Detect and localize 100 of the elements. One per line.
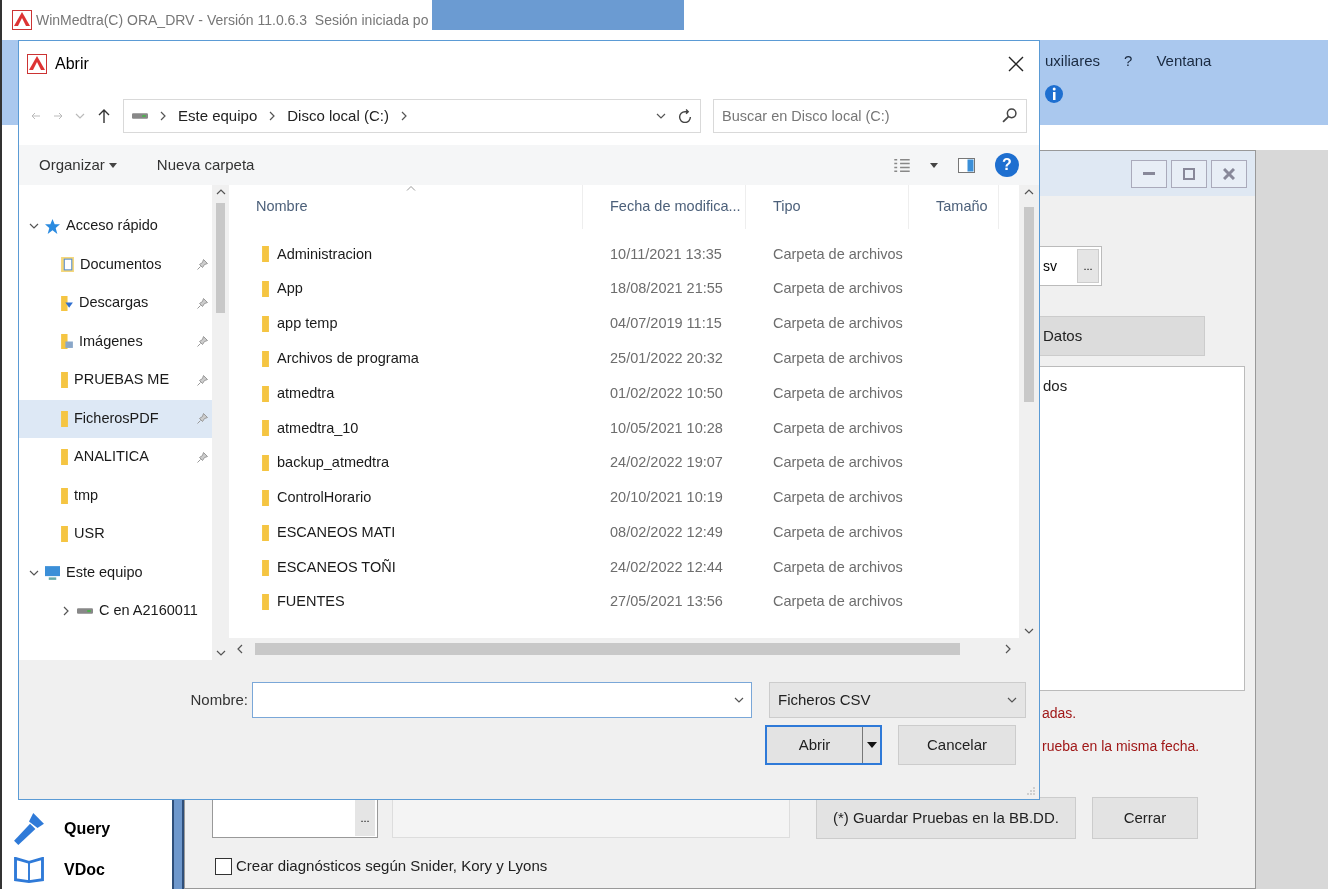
info-icon[interactable]	[1045, 84, 1063, 103]
sidebar-item[interactable]: VDoc	[14, 857, 172, 883]
scroll-right-icon	[1005, 644, 1011, 654]
breadcrumb-item[interactable]: Disco local (C:)	[287, 104, 389, 128]
nav-item[interactable]: Acceso rápido	[19, 207, 212, 246]
app-logo-icon	[27, 54, 47, 74]
file-type: Carpeta de archivos	[772, 244, 904, 264]
nav-item[interactable]: Descargas	[19, 284, 212, 323]
document-folder-icon	[61, 257, 74, 273]
save-button[interactable]: (*) Guardar Pruebas en la BB.DD.	[816, 797, 1076, 839]
breadcrumb-item[interactable]: Este equipo	[178, 104, 258, 128]
column-header[interactable]: Nombre	[229, 185, 583, 229]
modified-date: 04/07/2019 11:15	[609, 314, 723, 334]
menu-item[interactable]: ?	[1124, 50, 1133, 73]
file-type: Carpeta de archivos	[772, 522, 904, 542]
filename-field[interactable]	[252, 682, 752, 718]
pin-icon	[197, 336, 208, 348]
nav-label: PRUEBAS ME	[74, 370, 170, 390]
computer-icon	[45, 565, 60, 580]
nav-label: USR	[74, 524, 105, 544]
nav-label: C en A2160011	[99, 601, 198, 621]
file-row[interactable]: backup_atmedtra 24/02/2022 19:07 Carpeta de archivos	[229, 445, 1019, 481]
nav-item[interactable]: C en A2160011	[19, 592, 212, 631]
scroll-down-icon	[215, 650, 226, 656]
nav-item[interactable]: tmp	[19, 476, 212, 515]
search-field[interactable]: Buscar en Disco local (C:)	[713, 99, 1027, 133]
help-button[interactable]: ?	[995, 153, 1019, 177]
scroll-thumb[interactable]	[1024, 207, 1034, 402]
nav-item[interactable]: USR	[19, 515, 212, 554]
file-name: atmedtra_10	[277, 418, 359, 438]
menu-item[interactable]: Ventana	[1156, 50, 1212, 73]
pin-icon	[197, 451, 208, 463]
folder-icon	[262, 316, 269, 332]
picture-folder-icon	[61, 334, 73, 350]
dropdown-caret-icon	[75, 113, 85, 119]
minimize-button[interactable]	[1131, 159, 1167, 188]
file-name: Administracion	[277, 244, 373, 264]
sort-caret-icon	[405, 186, 416, 191]
code-field[interactable]: ...	[212, 798, 378, 838]
address-bar[interactable]: Este equipo Disco local (C:)	[123, 99, 701, 133]
nav-label: FicherosPDF	[74, 408, 159, 428]
nav-item[interactable]: ANALITICA	[19, 438, 212, 477]
browse-button[interactable]: ...	[1077, 249, 1099, 283]
browse-button[interactable]: ...	[355, 800, 375, 836]
download-folder-icon	[61, 295, 73, 311]
file-name: Archivos de programa	[277, 348, 419, 368]
caret-icon	[108, 162, 117, 168]
folder-icon	[262, 524, 269, 541]
nav-item[interactable]: Este equipo	[19, 553, 212, 592]
column-header[interactable]: Tamaño	[909, 185, 999, 229]
file-row[interactable]: App 18/08/2021 21:55 Carpeta de archivos	[229, 271, 1019, 307]
file-row[interactable]: app temp 04/07/2019 11:15 Carpeta de archivos	[229, 306, 1019, 342]
close-window-button[interactable]: Cerrar	[1091, 797, 1198, 839]
list-header: dos	[1043, 376, 1069, 396]
scrollbar[interactable]	[212, 185, 229, 660]
folder-icon	[262, 281, 269, 298]
file-type: Carpeta de archivos	[772, 418, 904, 438]
nav-item[interactable]: FicherosPDF	[19, 399, 212, 438]
sidebar-item[interactable]: Query	[14, 813, 172, 845]
scroll-thumb[interactable]	[216, 203, 225, 313]
file-row[interactable]: atmedtra_10 10/05/2021 10:28 Carpeta de archivos	[229, 411, 1019, 446]
file-row[interactable]: Archivos de programa 25/01/2022 20:32 Carpeta de archivos	[229, 341, 1019, 377]
nav-item[interactable]: Imágenes	[19, 322, 212, 361]
file-type-select[interactable]: Ficheros CSV	[769, 682, 1026, 718]
menu-item[interactable]: uxiliares	[1045, 50, 1101, 73]
up-arrow-icon[interactable]	[97, 108, 111, 124]
caret-icon[interactable]	[866, 742, 877, 748]
file-row[interactable]: ESCANEOS TOÑI 24/02/2022 12:44 Carpeta de archivos	[229, 550, 1019, 585]
diagnosis-checkbox[interactable]: Crear diagnósticos según Snider, Kory y Lyons	[185, 855, 1255, 878]
breadcrumb-chevron-icon	[400, 111, 407, 121]
caret-icon[interactable]	[930, 162, 938, 168]
expand-chevron-icon	[29, 223, 39, 230]
open-button[interactable]: Abrir	[767, 727, 862, 763]
file-row[interactable]: ControlHorario 20/10/2021 10:19 Carpeta de archivos	[229, 480, 1019, 516]
file-row[interactable]: FUENTES 27/05/2021 13:56 Carpeta de archivos	[229, 584, 1019, 620]
refresh-icon[interactable]	[678, 109, 692, 123]
file-row[interactable]: Administracion 10/11/2021 13:35 Carpeta de archivos	[229, 237, 1019, 272]
file-name: ESCANEOS MATI	[277, 522, 396, 542]
folder-icon	[61, 487, 68, 504]
cancel-button[interactable]: Cancelar	[898, 725, 1016, 765]
toolbar-button[interactable]: Organizar	[39, 153, 117, 177]
folder-icon	[61, 372, 68, 389]
file-row[interactable]: ESCANEOS MATI 08/02/2022 12:49 Carpeta de archivos	[229, 515, 1019, 551]
folder-icon	[61, 410, 68, 427]
column-header[interactable]: Fecha de modifica...	[583, 185, 746, 229]
maximize-button[interactable]	[1171, 159, 1207, 188]
view-list-icon[interactable]	[894, 158, 910, 172]
modified-date: 20/10/2021 10:19	[609, 488, 724, 508]
preview-pane-icon[interactable]	[958, 157, 975, 173]
scrollbar[interactable]	[1019, 185, 1039, 638]
nav-item[interactable]: Documentos	[19, 245, 212, 284]
file-row[interactable]: atmedtra 01/02/2022 10:50 Carpeta de archivos	[229, 376, 1019, 411]
warning-text: rueba en la misma fecha.	[1041, 737, 1201, 756]
modified-date: 24/02/2022 12:44	[609, 557, 724, 577]
scroll-thumb[interactable]	[255, 643, 960, 655]
toolbar-button[interactable]: Nueva carpeta	[156, 153, 255, 177]
close-icon	[1008, 56, 1024, 72]
column-header[interactable]: Tipo	[746, 185, 909, 229]
open-split-button[interactable]: Abrir	[765, 725, 882, 765]
nav-item[interactable]: PRUEBAS ME	[19, 361, 212, 400]
